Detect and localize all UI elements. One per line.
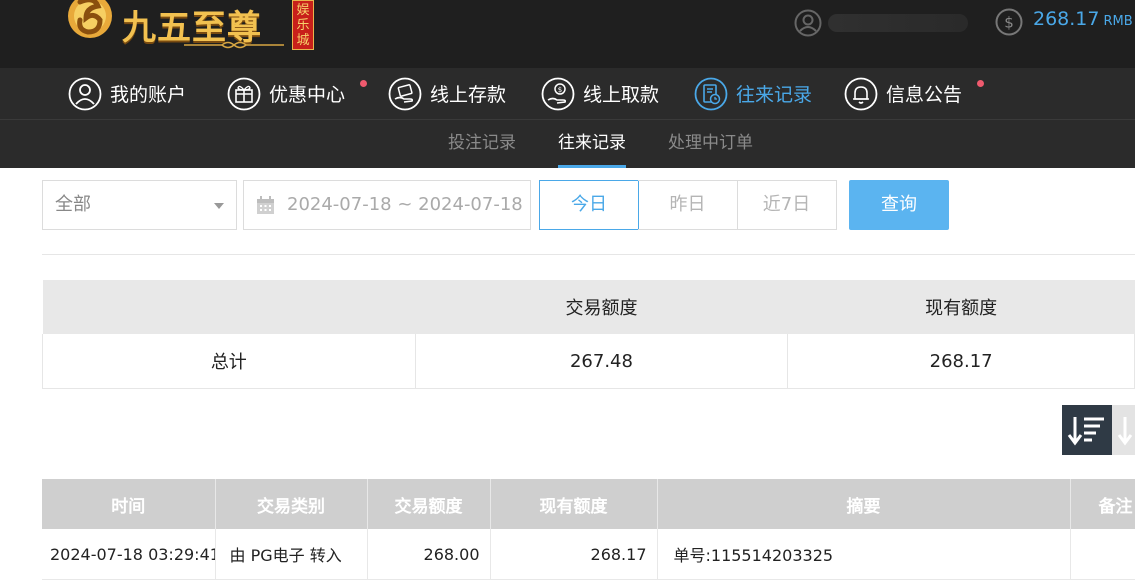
gift-icon <box>227 77 261 110</box>
main-nav: 我的账户 优惠中心 线上存款 $ 线上取款 往来记录 信息公告 <box>0 68 1135 120</box>
record-document-icon <box>694 77 728 110</box>
balance-unit: RMB <box>1103 14 1133 29</box>
select-value: 全部 <box>55 194 91 215</box>
col-header-time[interactable]: 时间 <box>42 479 216 529</box>
cell-summary: 单号:115514203325 <box>657 529 1071 580</box>
range-yesterday-button[interactable]: 昨日 <box>638 180 738 230</box>
records-table: 时间 交易类别 交易额度 现有额度 摘要 备注 2024-07-18 03:29… <box>42 479 1135 580</box>
summary-total-row: 总计 267.48 268.17 <box>42 334 1135 389</box>
cell-note <box>1070 529 1135 580</box>
username-redacted <box>828 14 968 32</box>
nav-item-label: 线上取款 <box>583 84 660 106</box>
chevron-down-icon <box>214 203 224 209</box>
nav-item-transaction-records[interactable]: 往来记录 <box>694 68 812 119</box>
date-range-input[interactable]: 2024-07-18 ~ 2024-07-18 <box>243 180 531 230</box>
transaction-type-select[interactable]: 全部 <box>42 180 237 230</box>
logo-ornament-icon <box>184 41 284 49</box>
nav-item-announcements[interactable]: 信息公告 <box>844 68 962 119</box>
sort-ascending-button[interactable] <box>1112 405 1135 455</box>
date-range-value: 2024-07-18 ~ 2024-07-18 <box>287 194 523 215</box>
summary-total-label: 总计 <box>42 334 416 389</box>
nav-item-label: 信息公告 <box>886 84 963 106</box>
tab-label: 投注记录 <box>448 133 516 153</box>
range-7days-button[interactable]: 近7日 <box>737 180 837 230</box>
query-button[interactable]: 查询 <box>849 180 949 230</box>
sort-ascending-icon <box>1117 417 1133 446</box>
nav-item-label: 我的账户 <box>110 84 187 106</box>
deposit-hand-icon <box>388 77 422 110</box>
account-balance: 268.17 RMB <box>1033 8 1133 30</box>
summary-header-row: 交易额度 现有额度 <box>42 280 1135 334</box>
nav-item-label: 优惠中心 <box>269 84 346 106</box>
balance-value: 268.17 <box>1033 8 1100 30</box>
summary-header-trade: 交易额度 <box>415 280 788 334</box>
range-today-button[interactable]: 今日 <box>539 180 639 230</box>
nav-item-label: 线上存款 <box>430 84 507 106</box>
summary-table: 交易额度 现有额度 总计 267.48 268.17 <box>42 280 1135 389</box>
cell-balance: 268.17 <box>490 529 658 580</box>
withdraw-hand-icon: $ <box>541 77 575 110</box>
cell-type: 由 PG电子 转入 <box>215 529 368 580</box>
sort-descending-icon <box>1067 417 1104 446</box>
logo-emblem-icon <box>68 0 112 38</box>
active-tab-underline <box>558 165 626 168</box>
tab-label: 处理中订单 <box>668 133 753 153</box>
tab-transaction-records[interactable]: 往来记录 <box>558 120 626 168</box>
svg-text:$: $ <box>558 86 562 94</box>
promotions-badge-dot <box>360 80 367 87</box>
nav-item-promotions[interactable]: 优惠中心 <box>227 68 345 119</box>
tab-label: 往来记录 <box>558 133 626 153</box>
nav-item-label: 往来记录 <box>736 84 813 106</box>
nav-item-my-account[interactable]: 我的账户 <box>68 68 186 119</box>
cell-time: 2024-07-18 03:29:41 <box>42 529 216 580</box>
summary-header-empty <box>42 280 416 334</box>
announcements-badge-dot <box>977 80 984 87</box>
col-header-amount[interactable]: 交易额度 <box>367 479 491 529</box>
user-avatar-icon[interactable] <box>794 9 822 37</box>
bell-icon <box>844 77 878 110</box>
summary-header-current: 现有额度 <box>787 280 1135 334</box>
col-header-summary[interactable]: 摘要 <box>657 479 1071 529</box>
site-logo[interactable]: 九五至尊 娱乐城 <box>64 0 324 52</box>
records-header-row: 时间 交易类别 交易额度 现有额度 摘要 备注 <box>42 479 1135 529</box>
tab-bet-records[interactable]: 投注记录 <box>448 120 516 168</box>
logo-badge: 娱乐城 <box>292 0 314 50</box>
top-bar: 九五至尊 娱乐城 $ 268.17 RMB <box>0 0 1135 68</box>
sub-nav: 投注记录 往来记录 处理中订单 <box>0 120 1135 168</box>
table-row[interactable]: 2024-07-18 03:29:41 由 PG电子 转入 268.00 268… <box>42 529 1135 580</box>
summary-current-total: 268.17 <box>787 334 1135 389</box>
filter-divider <box>42 254 1135 255</box>
summary-trade-total: 267.48 <box>414 334 789 389</box>
user-circle-icon <box>68 77 102 110</box>
cell-amount: 268.00 <box>367 529 491 580</box>
nav-item-withdraw[interactable]: $ 线上取款 <box>541 68 659 119</box>
col-header-balance[interactable]: 现有额度 <box>490 479 658 529</box>
svg-text:$: $ <box>1004 14 1014 32</box>
tab-pending-orders[interactable]: 处理中订单 <box>668 120 753 168</box>
col-header-note[interactable]: 备注 <box>1070 479 1135 529</box>
col-header-type[interactable]: 交易类别 <box>215 479 368 529</box>
sort-descending-button[interactable] <box>1062 405 1112 455</box>
nav-item-deposit[interactable]: 线上存款 <box>388 68 506 119</box>
dollar-coin-icon: $ <box>995 8 1023 36</box>
calendar-icon <box>257 196 274 214</box>
